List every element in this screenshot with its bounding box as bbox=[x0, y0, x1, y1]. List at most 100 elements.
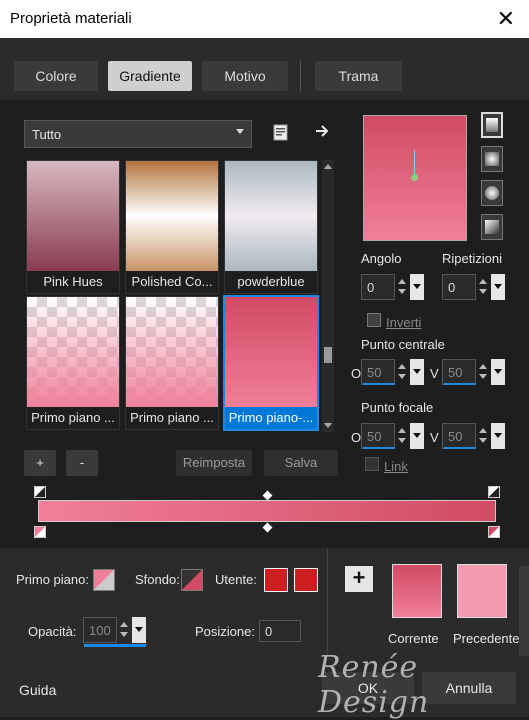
repeats-input[interactable]: 0 bbox=[442, 274, 476, 300]
scroll-thumb[interactable] bbox=[324, 347, 332, 363]
center-h-label: O bbox=[351, 366, 362, 381]
linear-style-icon[interactable] bbox=[481, 112, 503, 138]
center-point-label: Punto centrale bbox=[361, 337, 445, 352]
focal-h-input[interactable]: 50 bbox=[361, 423, 395, 449]
background-swatch[interactable] bbox=[181, 569, 203, 591]
tab-motivo[interactable]: Motivo bbox=[202, 61, 288, 91]
gradient-swatch bbox=[27, 297, 119, 407]
gradient-bar[interactable] bbox=[38, 500, 496, 522]
center-h-spinner[interactable] bbox=[395, 359, 409, 385]
focal-v-dropdown-button[interactable] bbox=[491, 423, 505, 449]
position-value: 0 bbox=[265, 624, 273, 639]
radial-style-icon[interactable] bbox=[481, 180, 503, 206]
angle-dropdown-button[interactable] bbox=[410, 274, 424, 300]
library-icon[interactable] bbox=[272, 123, 290, 143]
focal-h-value: 50 bbox=[367, 429, 382, 444]
watermark-logo: Renée Design bbox=[318, 650, 430, 720]
center-v-value: 50 bbox=[448, 365, 463, 380]
angle-spinner[interactable] bbox=[395, 274, 409, 300]
top-right-color-stop[interactable] bbox=[488, 486, 500, 498]
position-label: Posizione: bbox=[195, 624, 255, 639]
center-v-dropdown-button[interactable] bbox=[491, 359, 505, 385]
add-swatch-button[interactable]: + bbox=[345, 566, 373, 592]
gradient-thumb-6[interactable]: Primo piano-... bbox=[223, 295, 319, 431]
gradient-swatch bbox=[27, 161, 119, 271]
gradient-thumb-label: Primo piano ... bbox=[27, 407, 119, 429]
invert-checkbox[interactable] bbox=[367, 313, 381, 327]
gradient-thumb-4[interactable]: Primo piano ... bbox=[26, 296, 120, 430]
opacity-dropdown-button[interactable] bbox=[132, 617, 146, 643]
opacity-slider[interactable] bbox=[84, 644, 146, 647]
gradient-thumb-5[interactable]: Primo piano ... bbox=[125, 296, 219, 430]
angle-input[interactable]: 0 bbox=[361, 274, 395, 300]
gradient-thumb-label: Primo piano ... bbox=[126, 407, 218, 429]
focal-h-slider[interactable] bbox=[363, 447, 395, 449]
category-dropdown[interactable]: Tutto bbox=[24, 120, 252, 148]
gradient-swatch bbox=[225, 297, 317, 409]
foreground-swatch[interactable] bbox=[93, 569, 115, 591]
repeats-dropdown-button[interactable] bbox=[491, 274, 505, 300]
sunburst-style-icon[interactable] bbox=[481, 214, 503, 240]
center-v-input[interactable]: 50 bbox=[442, 359, 476, 385]
center-h-input[interactable]: 50 bbox=[361, 359, 395, 385]
center-v-label: V bbox=[430, 366, 439, 381]
center-h-slider[interactable] bbox=[363, 383, 395, 385]
foreground-label: Primo piano: bbox=[16, 572, 89, 587]
remove-gradient-button[interactable]: - bbox=[66, 450, 98, 476]
repeats-spinner[interactable] bbox=[476, 274, 490, 300]
center-h-dropdown-button[interactable] bbox=[410, 359, 424, 385]
opacity-spinner[interactable] bbox=[117, 617, 131, 643]
start-color-stop[interactable] bbox=[34, 526, 46, 538]
link-checkbox[interactable] bbox=[365, 457, 379, 471]
gradient-thumb-3[interactable]: powderblue bbox=[224, 160, 318, 294]
gradient-swatch bbox=[126, 161, 218, 271]
focal-v-slider[interactable] bbox=[444, 447, 476, 449]
end-color-stop[interactable] bbox=[488, 526, 500, 538]
gradient-swatch bbox=[126, 297, 218, 407]
help-link[interactable]: Guida bbox=[19, 682, 56, 698]
center-h-value: 50 bbox=[367, 365, 382, 380]
focal-h-dropdown-button[interactable] bbox=[410, 423, 424, 449]
tab-trama[interactable]: Trama bbox=[315, 61, 402, 91]
reset-button[interactable]: Reimposta bbox=[176, 450, 252, 476]
focal-v-spinner[interactable] bbox=[476, 423, 490, 449]
user-color-1[interactable] bbox=[264, 568, 288, 592]
gradient-thumb-label: Pink Hues bbox=[27, 271, 119, 293]
position-input[interactable]: 0 bbox=[259, 620, 301, 642]
opacity-input[interactable]: 100 bbox=[83, 617, 117, 643]
angle-value: 0 bbox=[367, 280, 375, 295]
angle-label: Angolo bbox=[361, 251, 402, 266]
repeats-label: Ripetizioni bbox=[442, 251, 502, 266]
previous-color-swatch[interactable] bbox=[457, 564, 507, 618]
gradient-preview[interactable] bbox=[363, 115, 467, 241]
top-left-color-stop[interactable] bbox=[34, 486, 46, 498]
current-color-swatch[interactable] bbox=[392, 564, 442, 618]
center-handle[interactable] bbox=[411, 174, 418, 181]
add-gradient-button[interactable]: + bbox=[24, 450, 56, 476]
swatch-panel-edge bbox=[519, 566, 529, 656]
arrow-right-icon[interactable] bbox=[314, 123, 330, 139]
focal-v-input[interactable]: 50 bbox=[442, 423, 476, 449]
title-bar: Proprietà materiali ✕ bbox=[0, 0, 529, 38]
window-title: Proprietà materiali bbox=[10, 10, 132, 27]
tab-colore[interactable]: Colore bbox=[14, 61, 98, 91]
focal-point-label: Punto focale bbox=[361, 400, 434, 415]
close-icon[interactable]: ✕ bbox=[497, 6, 515, 32]
save-gradient-button[interactable]: Salva bbox=[264, 450, 338, 476]
scroll-up-icon[interactable] bbox=[324, 164, 332, 169]
gradient-thumb-1[interactable]: Pink Hues bbox=[26, 160, 120, 294]
center-v-slider[interactable] bbox=[444, 383, 476, 385]
bottom-separator bbox=[327, 548, 328, 656]
invert-label: Inverti bbox=[386, 315, 422, 330]
center-v-spinner[interactable] bbox=[476, 359, 490, 385]
focal-h-label: O bbox=[351, 430, 362, 445]
focal-h-spinner[interactable] bbox=[395, 423, 409, 449]
scroll-down-icon[interactable] bbox=[324, 423, 332, 428]
link-label: Link bbox=[384, 459, 408, 474]
gradient-thumb-2[interactable]: Polished Co... bbox=[125, 160, 219, 294]
tab-gradiente[interactable]: Gradiente bbox=[108, 61, 192, 91]
gradient-thumb-label: Polished Co... bbox=[126, 271, 218, 293]
library-scrollbar[interactable] bbox=[322, 160, 334, 432]
rectangular-style-icon[interactable] bbox=[481, 146, 503, 172]
user-color-2[interactable] bbox=[294, 568, 318, 592]
